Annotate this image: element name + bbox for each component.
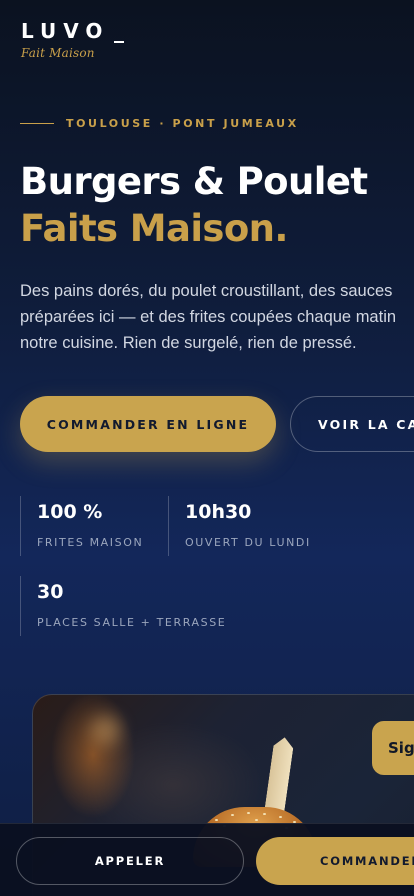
description-line: Des pains dorés, du poulet croustillant,… [20,282,393,300]
stat-label: OUVERT DU LUNDI [185,536,311,549]
order-button[interactable]: COMMANDER [256,837,414,885]
logo-accent-mark [114,41,124,43]
stat-opening-hours: 10h30 OUVERT DU LUNDI [168,496,311,556]
hero-description: Des pains dorés, du poulet croustillant,… [20,278,414,356]
view-menu-button[interactable]: VOIR LA CARTE [290,396,414,452]
stat-seats: 30 PLACES SALLE + TERRASSE [20,576,226,636]
location-label: TOULOUSE · PONT JUMEAUX [66,117,299,130]
background-light [91,715,121,745]
eyebrow-divider [20,123,54,124]
hero-title: Burgers & Poulet Faits Maison. [20,158,368,252]
sticky-action-bar: APPELER COMMANDER [0,823,414,896]
description-line: notre cuisine. Rien de surgelé, rien de … [20,334,357,352]
hero-title-line-1: Burgers & Poulet [20,160,368,203]
signature-badge: Sig [372,721,414,775]
page: LUVO Fait Maison TOULOUSE · PONT JUMEAUX… [0,0,414,896]
stat-value: 30 [37,581,64,603]
location-eyebrow: TOULOUSE · PONT JUMEAUX [20,117,299,130]
hero-title-line-2: Faits Maison. [20,207,288,250]
order-online-button[interactable]: COMMANDER EN LIGNE [20,396,276,452]
logo[interactable]: LUVO Fait Maison [21,19,124,60]
stat-label: FRITES MAISON [37,536,144,549]
stat-fries: 100 % FRITES MAISON [20,496,143,556]
description-line: préparées ici — et des frites coupées ch… [20,308,397,326]
logo-wordmark: LUVO [21,19,110,43]
call-button[interactable]: APPELER [16,837,244,885]
stat-value: 100 % [37,501,103,523]
stat-label: PLACES SALLE + TERRASSE [37,616,227,629]
logo-tagline: Fait Maison [21,46,95,60]
stat-value: 10h30 [185,501,252,523]
